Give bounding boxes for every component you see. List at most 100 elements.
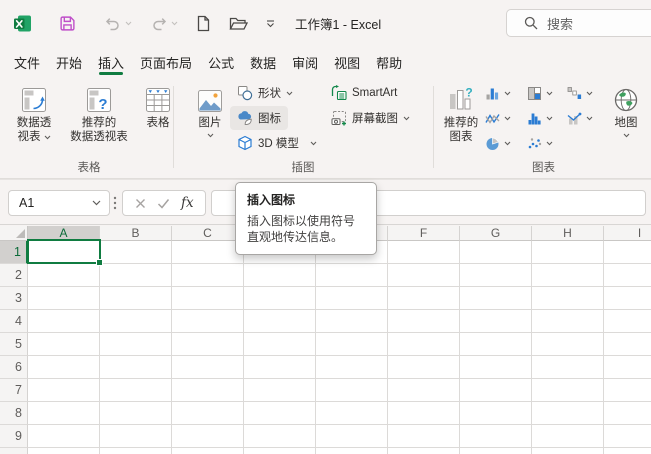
undo-button[interactable]: [100, 9, 136, 39]
cell-F1[interactable]: [388, 241, 460, 264]
cell-D8[interactable]: [244, 402, 316, 425]
cell-H8[interactable]: [532, 402, 604, 425]
recommended-pivottables-button[interactable]: ? 推荐的 数据透视表: [62, 80, 136, 144]
shapes-button[interactable]: 形状: [230, 81, 300, 105]
column-header-F[interactable]: F: [388, 226, 460, 241]
cell-G6[interactable]: [460, 356, 532, 379]
tab-review[interactable]: 审阅: [284, 47, 326, 78]
cell-C1[interactable]: [172, 241, 244, 264]
cell-E4[interactable]: [316, 310, 388, 333]
pivottable-button[interactable]: 数据透 视表: [8, 80, 60, 144]
app-launcher-button[interactable]: [10, 9, 35, 39]
cell-E2[interactable]: [316, 264, 388, 287]
cell-A4[interactable]: [28, 310, 100, 333]
cell-F6[interactable]: [388, 356, 460, 379]
cell-I7[interactable]: [604, 379, 651, 402]
cell-D9[interactable]: [244, 425, 316, 448]
cell-F2[interactable]: [388, 264, 460, 287]
cell-C3[interactable]: [172, 287, 244, 310]
cell-A10[interactable]: [28, 448, 100, 454]
search-box[interactable]: 搜索: [506, 9, 651, 37]
tab-page-layout[interactable]: 页面布局: [132, 47, 200, 78]
cell-G2[interactable]: [460, 264, 532, 287]
row-header-2[interactable]: 2: [0, 264, 28, 287]
row-header-8[interactable]: 8: [0, 402, 28, 425]
cell-G9[interactable]: [460, 425, 532, 448]
cell-C10[interactable]: [172, 448, 244, 454]
cell-B1[interactable]: [100, 241, 172, 264]
cell-E8[interactable]: [316, 402, 388, 425]
row-header-3[interactable]: 3: [0, 287, 28, 310]
tab-data[interactable]: 数据: [242, 47, 284, 78]
cell-I8[interactable]: [604, 402, 651, 425]
cell-I1[interactable]: [604, 241, 651, 264]
insert-function-button[interactable]: fx: [176, 192, 198, 214]
tab-help[interactable]: 帮助: [368, 47, 410, 78]
cell-I2[interactable]: [604, 264, 651, 287]
insert-statistic-chart-button[interactable]: [527, 109, 553, 127]
cell-H7[interactable]: [532, 379, 604, 402]
cell-I3[interactable]: [604, 287, 651, 310]
formula-bar-handle-icon[interactable]: [113, 196, 117, 210]
cell-C9[interactable]: [172, 425, 244, 448]
screenshot-button[interactable]: 屏幕截图: [324, 106, 417, 130]
new-file-button[interactable]: [192, 9, 215, 39]
pictures-button[interactable]: 图片: [188, 80, 232, 138]
cell-G8[interactable]: [460, 402, 532, 425]
cell-A3[interactable]: [28, 287, 100, 310]
cell-H9[interactable]: [532, 425, 604, 448]
cell-B10[interactable]: [100, 448, 172, 454]
recommended-charts-button[interactable]: ? 推荐的 图表: [438, 80, 484, 144]
cell-I5[interactable]: [604, 333, 651, 356]
cell-B2[interactable]: [100, 264, 172, 287]
cell-F3[interactable]: [388, 287, 460, 310]
cell-D7[interactable]: [244, 379, 316, 402]
select-all-button[interactable]: [0, 226, 28, 241]
cell-B6[interactable]: [100, 356, 172, 379]
cell-C2[interactable]: [172, 264, 244, 287]
cell-I6[interactable]: [604, 356, 651, 379]
row-header-9[interactable]: 9: [0, 425, 28, 448]
column-header-A[interactable]: A: [28, 226, 100, 241]
cell-A2[interactable]: [28, 264, 100, 287]
cell-C6[interactable]: [172, 356, 244, 379]
tab-insert[interactable]: 插入: [90, 47, 132, 78]
tab-view[interactable]: 视图: [326, 47, 368, 78]
cell-F5[interactable]: [388, 333, 460, 356]
cell-G7[interactable]: [460, 379, 532, 402]
cell-C5[interactable]: [172, 333, 244, 356]
cell-H3[interactable]: [532, 287, 604, 310]
cell-G5[interactable]: [460, 333, 532, 356]
row-header-1[interactable]: 1: [0, 241, 28, 264]
column-header-I[interactable]: I: [604, 226, 651, 241]
cell-D6[interactable]: [244, 356, 316, 379]
cell-D2[interactable]: [244, 264, 316, 287]
insert-combo-chart-button[interactable]: [567, 109, 593, 127]
name-box[interactable]: A1: [8, 190, 110, 216]
cell-D3[interactable]: [244, 287, 316, 310]
cell-A7[interactable]: [28, 379, 100, 402]
cell-G4[interactable]: [460, 310, 532, 333]
cell-G3[interactable]: [460, 287, 532, 310]
cell-F10[interactable]: [388, 448, 460, 454]
cell-E6[interactable]: [316, 356, 388, 379]
3d-models-button[interactable]: 3D 模型: [230, 131, 324, 155]
cell-H10[interactable]: [532, 448, 604, 454]
cell-E9[interactable]: [316, 425, 388, 448]
cell-B7[interactable]: [100, 379, 172, 402]
cell-D4[interactable]: [244, 310, 316, 333]
cell-G1[interactable]: [460, 241, 532, 264]
insert-hierarchy-chart-button[interactable]: [527, 84, 553, 102]
cell-B5[interactable]: [100, 333, 172, 356]
cell-H1[interactable]: [532, 241, 604, 264]
cell-A9[interactable]: [28, 425, 100, 448]
row-header-4[interactable]: 4: [0, 310, 28, 333]
row-header-5[interactable]: 5: [0, 333, 28, 356]
cell-B3[interactable]: [100, 287, 172, 310]
cell-G10[interactable]: [460, 448, 532, 454]
cell-B4[interactable]: [100, 310, 172, 333]
smartart-button[interactable]: SmartArt: [324, 81, 404, 105]
cell-A6[interactable]: [28, 356, 100, 379]
cell-I10[interactable]: [604, 448, 651, 454]
maps-button[interactable]: 地图: [604, 80, 648, 138]
